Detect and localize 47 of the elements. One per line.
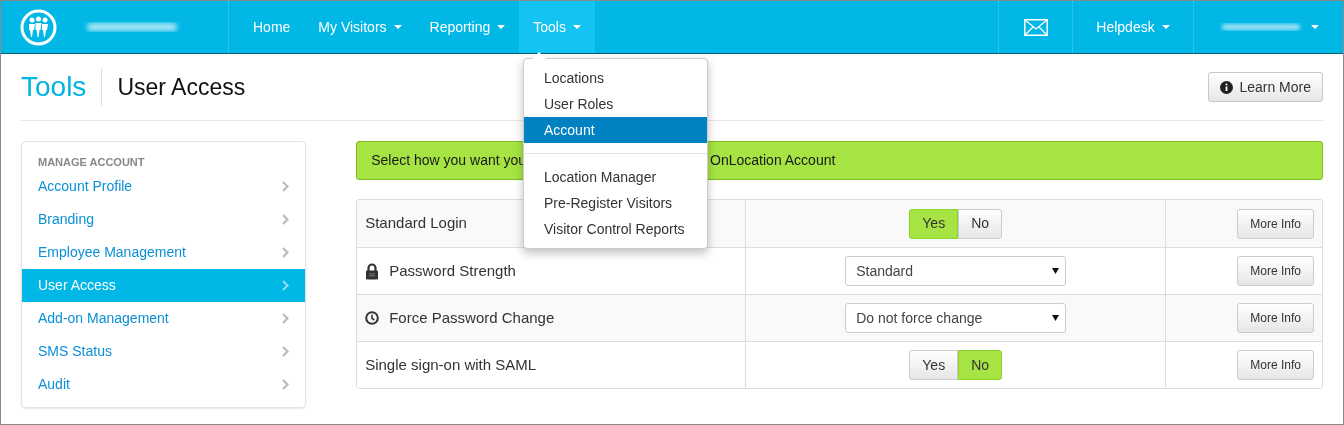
clock-icon (365, 311, 380, 325)
more-info-button[interactable]: More Info (1237, 303, 1314, 333)
menu-item[interactable]: Pre-Register Visitors (524, 190, 707, 216)
more-info-button[interactable]: More Info (1237, 256, 1314, 286)
chevron-right-icon (282, 214, 290, 225)
setting-label: Standard Login (365, 213, 467, 234)
setting-label: Password Strength (389, 260, 516, 281)
chevron-right-icon (282, 247, 290, 258)
toggle-option[interactable]: No (958, 208, 1003, 239)
chevron-right-icon (282, 181, 290, 192)
chevron-right-icon (282, 280, 290, 291)
menu-item[interactable]: Location Manager (524, 164, 707, 190)
toggle-option[interactable]: Yes (909, 350, 959, 380)
caret-icon (1310, 25, 1319, 29)
menu-item[interactable]: User Roles (524, 91, 707, 117)
dropdown-select[interactable]: Standard (845, 256, 1067, 286)
menu-item[interactable]: Account (524, 117, 707, 143)
mail-icon[interactable] (1023, 18, 1048, 36)
more-info-button[interactable]: More Info (1237, 208, 1314, 239)
sidebar-item[interactable]: Account Profile (22, 170, 306, 203)
sidebar-item[interactable]: SMS Status (22, 335, 306, 368)
sidebar-item[interactable]: Employee Management (22, 236, 306, 269)
menu-item[interactable]: Visitor Control Reports (524, 216, 707, 242)
sidebar-heading: MANAGE ACCOUNT (37, 155, 146, 170)
section-title: Tools (21, 68, 103, 106)
chevron-right-icon (282, 346, 290, 357)
dropdown-arrow-icon (1052, 315, 1060, 321)
toggle-option[interactable]: No (958, 350, 1003, 380)
more-info-button[interactable]: More Info (1237, 350, 1314, 380)
learn-more-button[interactable]: Learn More (1208, 72, 1323, 102)
toggle-option[interactable]: Yes (909, 208, 959, 239)
info-icon (1220, 80, 1234, 94)
page-title: User Access (116, 72, 246, 102)
lock-icon (365, 262, 380, 280)
sidebar-item[interactable]: Branding (22, 203, 306, 236)
dropdown-arrow-icon (1052, 268, 1060, 274)
caret-icon (1161, 25, 1170, 29)
dropdown-select[interactable]: Do not force change (845, 303, 1067, 333)
alert-text: OnLocation Account (710, 151, 836, 170)
menu-item[interactable]: Locations (524, 65, 707, 91)
chevron-right-icon (282, 379, 290, 390)
setting-label: Force Password Change (389, 307, 555, 328)
setting-label: Single sign-on with SAML (365, 354, 537, 375)
chevron-right-icon (282, 313, 290, 324)
sidebar-item[interactable]: Audit (22, 368, 306, 401)
sidebar-item[interactable]: Add-on Management (22, 302, 306, 335)
people-logo-icon[interactable] (20, 8, 57, 46)
